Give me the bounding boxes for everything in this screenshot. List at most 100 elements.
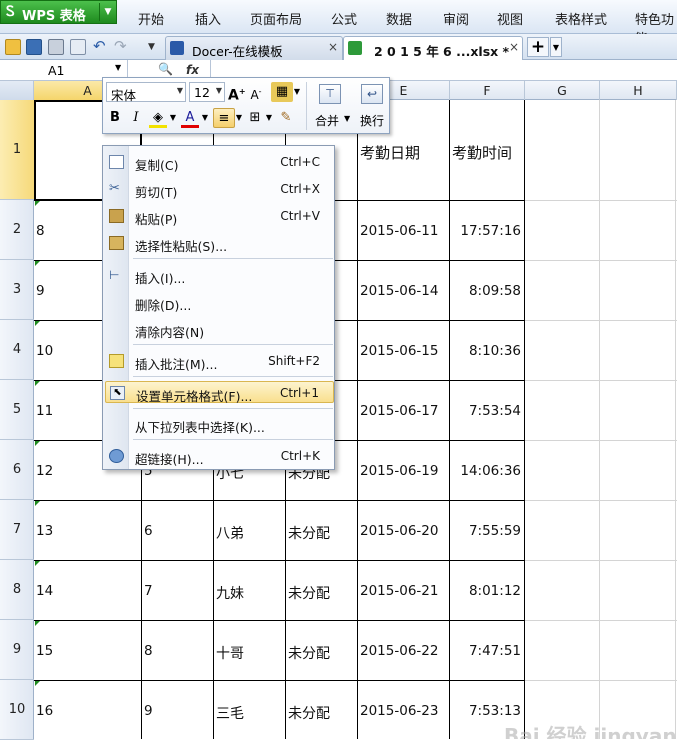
menu-item-paste[interactable]: 粘贴(P) Ctrl+V (105, 205, 334, 227)
menu-view[interactable]: 视图 (497, 9, 523, 28)
print-preview-icon[interactable] (70, 39, 86, 55)
grid-line (524, 100, 525, 739)
chevron-down-icon[interactable]: ▼ (235, 108, 243, 128)
wps-app-button[interactable]: Ꮪ WPS 表格 ▼ (0, 0, 117, 24)
cell-e6: 2015-06-19 (360, 463, 439, 479)
row-header-5[interactable]: 5 (0, 380, 34, 440)
row-header-8[interactable]: 8 (0, 560, 34, 620)
zoom-cell-icon[interactable]: 🔍 (158, 62, 173, 76)
row-header-9[interactable]: 9 (0, 620, 34, 680)
menu-item-insert[interactable]: ⊢ 插入(I)... (105, 264, 334, 286)
chevron-down-icon[interactable]: ▼ (265, 108, 273, 128)
quick-access-dropdown-icon[interactable]: ▼ (148, 39, 164, 55)
column-header-h[interactable]: H (600, 81, 677, 100)
select-all-corner[interactable] (0, 81, 34, 100)
menu-item-cut[interactable]: ✂ 剪切(T) Ctrl+X (105, 178, 334, 201)
redo-icon[interactable]: ↷ (114, 39, 130, 55)
increase-font-icon[interactable]: A+ (228, 82, 246, 104)
new-tab-dropdown-icon[interactable]: ▼ (550, 37, 562, 57)
close-tab-icon[interactable]: × (328, 40, 338, 54)
new-tab-button[interactable]: + (527, 37, 549, 57)
grid-line (525, 320, 677, 321)
close-tab-icon[interactable]: × (509, 40, 519, 54)
open-folder-icon[interactable] (5, 39, 21, 55)
row-header-6[interactable]: 6 (0, 440, 34, 500)
menu-data[interactable]: 数据 (386, 9, 412, 28)
font-name-select[interactable]: 宋体 ▼ (106, 82, 186, 103)
menu-item-clear-contents[interactable]: 清除内容(N) (105, 318, 334, 340)
cell-d8: 未分配 (288, 586, 330, 602)
wrap-text-icon[interactable]: ↩ (361, 84, 383, 104)
chevron-down-icon[interactable]: ▼ (169, 108, 177, 128)
grid-line (34, 620, 524, 621)
chevron-down-icon[interactable]: ▼ (201, 108, 209, 128)
menu-item-label: 剪切(T) (135, 185, 178, 200)
row-header-3[interactable]: 3 (0, 260, 34, 320)
cell-a3: 9 (36, 283, 45, 299)
fill-color-icon[interactable]: ◈ (149, 108, 167, 128)
menu-item-copy[interactable]: 复制(C) Ctrl+C (105, 151, 334, 173)
italic-button[interactable]: I (127, 108, 145, 128)
bold-button[interactable]: B (106, 108, 124, 128)
fx-icon[interactable]: fx (186, 63, 199, 77)
chevron-down-icon[interactable]: ▼ (344, 114, 350, 123)
grid-line (525, 620, 677, 621)
cell-b9: 8 (144, 643, 153, 659)
menu-item-format-cells[interactable]: ⬉ 设置单元格格式(F)... Ctrl+1 (105, 381, 334, 404)
clear-format-icon[interactable]: ✎ (277, 108, 295, 128)
menu-insert[interactable]: 插入 (195, 9, 221, 28)
chevron-down-icon[interactable]: ▼ (293, 82, 301, 102)
borders-icon[interactable]: ⊞ (246, 108, 264, 128)
undo-icon[interactable]: ↶ (93, 39, 109, 55)
wrap-text-button[interactable]: 换行 (360, 112, 384, 129)
tab-xlsx-active[interactable]: 2 0 1 5 年 6 ...xlsx * × (343, 36, 523, 60)
menu-item-paste-special[interactable]: 选择性粘贴(S)... (105, 232, 334, 254)
menu-item-shortcut: Shift+F2 (268, 354, 320, 368)
menu-item-pick-from-list[interactable]: 从下拉列表中选择(K)... (105, 413, 334, 435)
menu-item-insert-comment[interactable]: 插入批注(M)... Shift+F2 (105, 350, 334, 372)
cell-f4: 8:10:36 (468, 343, 521, 359)
menu-item-hyperlink[interactable]: 超链接(H)... Ctrl+K (105, 445, 334, 467)
menu-item-label: 插入批注(M)... (135, 357, 218, 372)
menu-table-style[interactable]: 表格样式 (555, 9, 607, 28)
cell-d10: 未分配 (288, 706, 330, 722)
decrease-font-icon[interactable]: A- (248, 82, 264, 102)
merge-cells-button[interactable]: 合并 (315, 112, 339, 129)
number-as-text-marker (35, 441, 40, 446)
row-header-2[interactable]: 2 (0, 200, 34, 260)
row-header-1[interactable]: 1 (0, 100, 34, 200)
row-header-7[interactable]: 7 (0, 500, 34, 560)
merge-cells-icon[interactable]: ⊤ (319, 84, 341, 104)
comment-icon (109, 354, 124, 368)
menu-home[interactable]: 开始 (138, 9, 164, 28)
grid-line (525, 380, 677, 381)
menu-review[interactable]: 审阅 (443, 9, 469, 28)
format-painter-icon[interactable]: ▦ (271, 82, 293, 102)
cell-reference: A1 (48, 63, 65, 78)
tab-docer-label: Docer-在线模板 (192, 44, 283, 59)
cell-b10: 9 (144, 703, 153, 719)
menu-page-layout[interactable]: 页面布局 (250, 9, 302, 28)
font-size-select[interactable]: 12 ▼ (189, 82, 225, 102)
baidu-watermark: Bai 经验 jingyan.baidu.com (504, 724, 677, 739)
chevron-down-icon: ▼ (176, 86, 183, 95)
cell-b8: 7 (144, 583, 153, 599)
menu-formula[interactable]: 公式 (331, 9, 357, 28)
print-icon[interactable] (48, 39, 64, 55)
grid-line (525, 680, 677, 681)
align-center-icon[interactable]: ≡ (213, 108, 235, 128)
name-box-dropdown-icon[interactable]: ▼ (115, 63, 121, 72)
font-color-icon[interactable]: A (181, 108, 199, 128)
row-header-10[interactable]: 10 (0, 680, 34, 740)
row-header-4[interactable]: 4 (0, 320, 34, 380)
save-icon[interactable] (26, 39, 42, 55)
cell-a8: 14 (36, 583, 54, 599)
cell-a9: 15 (36, 643, 54, 659)
column-header-g[interactable]: G (525, 81, 600, 100)
app-menu-dropdown-icon[interactable]: ▼ (99, 3, 116, 21)
tab-docer[interactable]: Docer-在线模板 × (165, 36, 343, 60)
cell-e5: 2015-06-17 (360, 403, 439, 419)
menu-item-delete[interactable]: 删除(D)... (105, 291, 334, 313)
column-header-f[interactable]: F (450, 81, 525, 100)
cut-icon: ✂ (109, 181, 120, 196)
